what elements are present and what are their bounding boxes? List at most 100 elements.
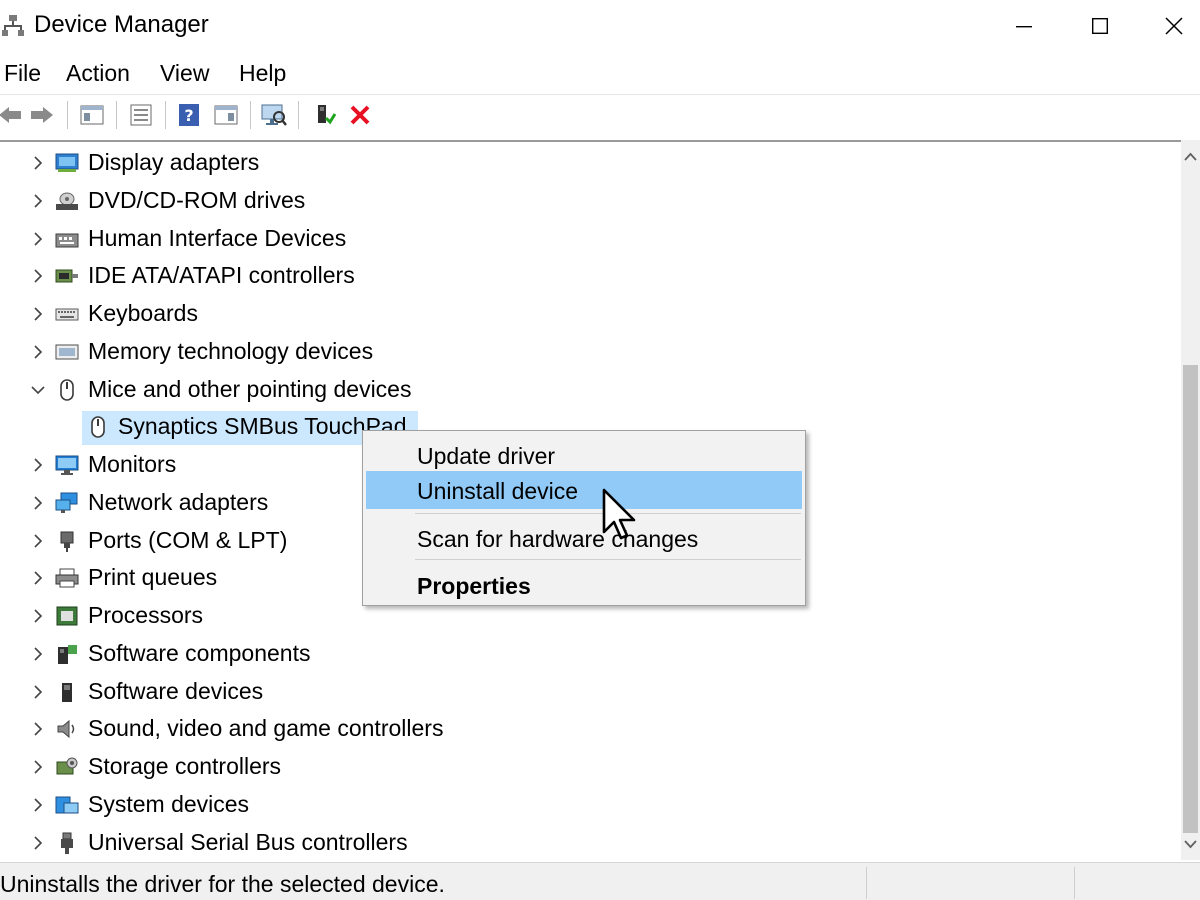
menu-action[interactable]: Action: [66, 60, 130, 87]
minimize-icon: [1016, 26, 1032, 28]
chevron-right-icon[interactable]: [28, 266, 48, 286]
enable-device-icon: [318, 105, 336, 125]
action-pane-icon: [214, 105, 238, 125]
status-text: Uninstalls the driver for the selected d…: [0, 871, 445, 897]
software-component-icon: [58, 644, 77, 664]
toolbar-separator: [165, 101, 166, 129]
tree-category-row[interactable]: Keyboards: [0, 296, 1160, 332]
uninstall-device-button[interactable]: [346, 101, 374, 129]
toolbar-separator: [67, 101, 68, 129]
window-title: Device Manager: [34, 11, 209, 38]
tree-icon: [55, 832, 79, 854]
menu-item-label: Properties: [417, 573, 531, 599]
tree-icon: [55, 190, 79, 212]
tree-category-row[interactable]: Memory technology devices: [0, 334, 1160, 370]
back-arrow-icon: [0, 107, 21, 123]
tree-category-row[interactable]: System devices: [0, 787, 1160, 823]
tree-icon: [55, 794, 79, 816]
chevron-right-icon[interactable]: [28, 606, 48, 626]
chevron-right-icon[interactable]: [28, 531, 48, 551]
enable-device-button[interactable]: [310, 101, 338, 129]
tree-icon: [55, 492, 79, 514]
menu-bar: File Action View Help: [0, 56, 1200, 92]
context-menu: Update driver Uninstall device Scan for …: [362, 430, 806, 606]
tree-category-row[interactable]: Universal Serial Bus controllers: [0, 825, 1160, 861]
tree-category-row[interactable]: Mice and other pointing devices: [0, 372, 1160, 408]
properties-button[interactable]: [127, 101, 155, 129]
close-button[interactable]: [1136, 0, 1200, 52]
tree-icon: [55, 303, 79, 325]
tree-icon: [55, 265, 79, 287]
tree-icon: [55, 756, 79, 778]
mouse-cursor-icon: [602, 488, 636, 540]
scan-hardware-menu-item[interactable]: Scan for hardware changes: [366, 519, 802, 557]
tree-category-row[interactable]: DVD/CD-ROM drives: [0, 183, 1160, 219]
tree-item-label: Ports (COM & LPT): [88, 526, 288, 553]
tree-icon: [55, 454, 79, 476]
tree-item-label: Network adapters: [88, 488, 269, 515]
mouse-icon: [91, 416, 105, 439]
scan-hardware-button[interactable]: [260, 101, 288, 129]
properties-icon: [130, 104, 152, 126]
back-button[interactable]: [0, 101, 24, 129]
chevron-right-icon[interactable]: [28, 833, 48, 853]
tree-icon: [55, 152, 79, 174]
processor-icon: [56, 606, 78, 626]
scroll-up-icon[interactable]: [1184, 152, 1197, 161]
dvd-drive-icon: [56, 192, 78, 210]
chevron-right-icon[interactable]: [28, 455, 48, 475]
chevron-right-icon[interactable]: [28, 229, 48, 249]
tree-category-row[interactable]: Software devices: [0, 674, 1160, 710]
tree-item-label: Human Interface Devices: [88, 224, 347, 251]
tree-item-label: Software devices: [88, 677, 264, 704]
memory-device-icon: [55, 344, 79, 360]
vertical-scrollbar[interactable]: [1181, 140, 1200, 860]
hid-icon: [55, 233, 79, 247]
chevron-right-icon[interactable]: [28, 153, 48, 173]
tree-item-label: System devices: [88, 790, 250, 817]
software-device-icon: [62, 682, 72, 702]
chevron-right-icon[interactable]: [28, 568, 48, 588]
chevron-right-icon[interactable]: [28, 757, 48, 777]
chevron-right-icon[interactable]: [28, 644, 48, 664]
uninstall-device-menu-item[interactable]: Uninstall device: [366, 471, 802, 509]
maximize-button[interactable]: [1062, 0, 1138, 52]
tree-icon: [55, 718, 79, 740]
menu-help[interactable]: Help: [239, 60, 286, 87]
scroll-thumb[interactable]: [1183, 365, 1198, 833]
help-button[interactable]: ?: [175, 101, 203, 129]
chevron-right-icon[interactable]: [28, 304, 48, 324]
scroll-down-icon[interactable]: [1184, 840, 1197, 849]
menu-file[interactable]: File: [4, 60, 41, 87]
tree-category-row[interactable]: Storage controllers: [0, 749, 1160, 785]
tree-item-label: Display adapters: [88, 149, 260, 175]
chevron-right-icon[interactable]: [28, 493, 48, 513]
menu-view[interactable]: View: [160, 60, 209, 87]
chevron-right-icon[interactable]: [28, 719, 48, 739]
speaker-icon: [57, 720, 75, 739]
minimize-button[interactable]: [986, 0, 1062, 52]
action-pane-button[interactable]: [212, 101, 240, 129]
forward-button[interactable]: [28, 101, 56, 129]
chevron-right-icon[interactable]: [28, 191, 48, 211]
tree-icon: [55, 228, 79, 250]
chevron-right-icon[interactable]: [28, 795, 48, 815]
tree-category-row[interactable]: Sound, video and game controllers: [0, 711, 1160, 747]
tree-category-row[interactable]: Software components: [0, 636, 1160, 672]
tree-category-row[interactable]: Display adapters: [0, 145, 1160, 181]
update-driver-menu-item[interactable]: Update driver: [366, 436, 802, 474]
scan-hardware-icon: [261, 104, 287, 126]
tree-category-row[interactable]: Human Interface Devices: [0, 221, 1160, 257]
menu-separator: [415, 559, 801, 560]
chevron-right-icon[interactable]: [28, 342, 48, 362]
show-hide-tree-button[interactable]: [78, 101, 106, 129]
properties-menu-item[interactable]: Properties: [366, 566, 802, 604]
tree-item-label: DVD/CD-ROM drives: [88, 186, 306, 213]
status-divider: [866, 867, 867, 899]
status-bar: Uninstalls the driver for the selected d…: [0, 862, 1200, 900]
chevron-down-icon[interactable]: [28, 380, 48, 400]
title-bar: Device Manager: [0, 0, 1200, 52]
network-adapter-icon: [55, 492, 78, 513]
tree-category-row[interactable]: IDE ATA/ATAPI controllers: [0, 258, 1160, 294]
chevron-right-icon[interactable]: [28, 682, 48, 702]
